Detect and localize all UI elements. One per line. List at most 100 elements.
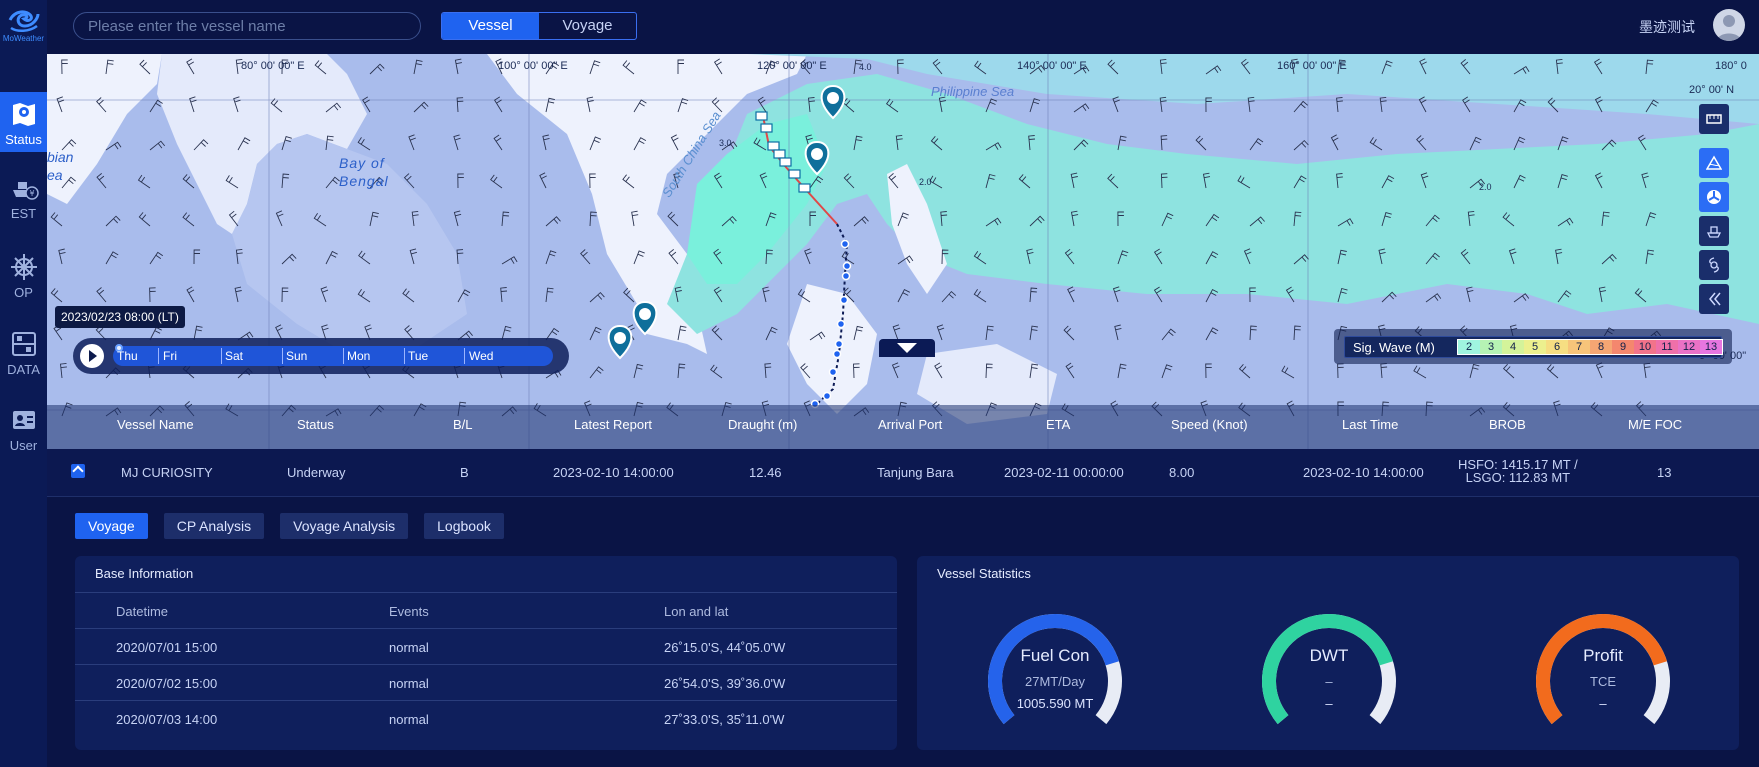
lon-label: 180° 0 xyxy=(1715,60,1747,72)
map-view[interactable]: 80° 00' 00" E 100° 00' 00" E 120° 00' 00… xyxy=(47,54,1759,449)
top-bar: Vessel Voyage 墨迹测试 xyxy=(47,0,1759,54)
last-time: 2023-02-10 14:00:00 xyxy=(1303,465,1424,480)
column-header[interactable]: Status xyxy=(297,417,334,432)
vessel-bl: B xyxy=(460,465,469,480)
timeline-track[interactable]: Thu Fri Sat Sun Mon Tue Wed xyxy=(113,344,553,366)
table-header-row: Datetime Events Lon and lat xyxy=(75,592,897,628)
ship-icon xyxy=(1706,226,1722,238)
wave-legend-step: 13 xyxy=(1700,340,1722,354)
gauge-subtitle: – xyxy=(1325,674,1333,689)
column-header[interactable]: Last Time xyxy=(1342,417,1398,432)
sidebar-item-est[interactable]: ¥ EST xyxy=(0,168,47,228)
row-expand-toggle[interactable] xyxy=(71,464,85,478)
wave-value: 2.0 xyxy=(919,177,932,187)
column-header[interactable]: Speed (Knot) xyxy=(1171,417,1248,432)
tab-cp-analysis[interactable]: CP Analysis xyxy=(163,513,265,539)
vessel-table-header: Vessel Name Status B/L Latest Report Dra… xyxy=(47,405,1759,449)
collapse-toolbar-button[interactable] xyxy=(1699,284,1729,314)
me-foc: 13 xyxy=(1657,465,1672,480)
tab-vessel[interactable]: Vessel xyxy=(442,13,539,39)
timeline-day: Wed xyxy=(469,349,494,363)
cell-lonlat: 26˚54.0'S, 39˚36.0'W xyxy=(664,676,786,691)
sidebar-item-label: User xyxy=(9,438,38,453)
column-header[interactable]: Draught (m) xyxy=(728,417,797,432)
user-name[interactable]: 墨迹测试 xyxy=(1639,17,1695,37)
vessel-statistics-panel: Vessel Statistics Fuel Con 27MT/Day 1005… xyxy=(917,556,1739,750)
panel-title: Vessel Statistics xyxy=(937,566,1031,581)
tab-voyage-analysis[interactable]: Voyage Analysis xyxy=(280,513,409,539)
typhoon-layer-toggle[interactable] xyxy=(1699,250,1729,280)
wind-fan-icon xyxy=(1707,190,1721,204)
column-header[interactable]: BROB xyxy=(1489,417,1526,432)
avatar-icon xyxy=(1717,15,1741,41)
lat-label: 20° 00' N xyxy=(1689,84,1735,96)
vessel-status: Underway xyxy=(287,465,346,480)
wave-value: 2.0 xyxy=(1479,182,1492,192)
wave-legend-step: 11 xyxy=(1656,340,1678,354)
sidebar-item-op[interactable]: OP xyxy=(0,245,47,305)
vessel-name[interactable]: MJ CURIOSITY xyxy=(121,465,213,480)
table-row: 2020/07/02 15:00 normal 26˚54.0'S, 39˚36… xyxy=(75,664,897,700)
sidebar-item-label: Status xyxy=(5,132,42,147)
gauge-title: Profit xyxy=(1583,646,1623,665)
wave-legend-step: 9 xyxy=(1612,340,1634,354)
column-header[interactable]: Vessel Name xyxy=(117,417,194,432)
gauge-fuel-con: Fuel Con 27MT/Day 1005.590 MT xyxy=(975,606,1135,746)
wave-legend-step: 6 xyxy=(1546,340,1568,354)
wave-layer-toggle[interactable] xyxy=(1699,148,1729,178)
column-header[interactable]: ETA xyxy=(1046,417,1070,432)
brob-line: LSGO: 112.83 MT xyxy=(1465,470,1571,485)
timeline[interactable]: Thu Fri Sat Sun Mon Tue Wed xyxy=(73,338,569,374)
lon-label: 160° 00' 00" E xyxy=(1277,60,1347,72)
wind-layer-toggle[interactable] xyxy=(1699,182,1729,212)
map-label-philippine: Philippine Sea xyxy=(931,84,1015,99)
base-information-panel: Base Information Datetime Events Lon and… xyxy=(75,556,897,750)
wave-legend-step: 10 xyxy=(1634,340,1656,354)
vessel-search-input[interactable] xyxy=(73,12,421,40)
ruler-tool[interactable] xyxy=(1699,104,1729,134)
column-header[interactable]: B/L xyxy=(453,417,473,432)
sidebar: MoWeather Status ¥ EST OP DATA User xyxy=(0,0,47,767)
cell-datetime: 2020/07/02 15:00 xyxy=(116,676,218,691)
detail-tabs: Voyage CP Analysis Voyage Analysis Logbo… xyxy=(75,513,504,539)
timeline-day: Thu xyxy=(117,349,138,363)
map-toolbar xyxy=(1699,104,1731,318)
ship-layer-toggle[interactable] xyxy=(1699,216,1729,246)
data-icon xyxy=(11,332,36,356)
timeline-day: Tue xyxy=(408,349,429,363)
column-header: Datetime xyxy=(116,604,169,619)
ship-dollar-icon: ¥ xyxy=(12,182,39,200)
logo: MoWeather xyxy=(0,4,47,50)
base-information-table: Datetime Events Lon and lat 2020/07/01 1… xyxy=(75,592,897,736)
map-label-bay: Bay of Bengal xyxy=(339,155,389,189)
sidebar-item-data[interactable]: DATA xyxy=(0,322,47,382)
wave-value: 4.0 xyxy=(859,62,872,72)
table-row[interactable]: MJ CURIOSITY Underway B 2023-02-10 14:00… xyxy=(47,449,1759,497)
helm-icon xyxy=(10,254,37,280)
wave-legend: Sig. Wave (M) 2 3 4 5 6 7 8 9 10 11 12 13 xyxy=(1334,329,1732,364)
lon-label: 120° 00' 00" E xyxy=(757,60,827,72)
sidebar-item-user[interactable]: User xyxy=(0,398,47,458)
cell-datetime: 2020/07/01 15:00 xyxy=(116,640,218,655)
column-header[interactable]: M/E FOC xyxy=(1628,417,1682,432)
brob: HSFO: 1415.17 MT / LSGO: 112.83 MT xyxy=(1458,458,1578,484)
tab-voyage-detail[interactable]: Voyage xyxy=(75,513,148,539)
tab-logbook[interactable]: Logbook xyxy=(424,513,504,539)
map-pin-icon xyxy=(12,103,35,126)
gauge-value: – xyxy=(1599,696,1607,711)
avatar[interactable] xyxy=(1713,9,1745,41)
map-canvas xyxy=(47,54,1759,449)
column-header: Events xyxy=(389,604,429,619)
play-button[interactable] xyxy=(80,344,104,368)
timeline-day: Sun xyxy=(286,349,308,363)
speed: 8.00 xyxy=(1169,465,1195,480)
lon-label: 140° 00' 00" E xyxy=(1017,60,1087,72)
cell-datetime: 2020/07/03 14:00 xyxy=(116,712,218,727)
panel-title: Base Information xyxy=(95,566,194,581)
tab-voyage[interactable]: Voyage xyxy=(539,13,636,39)
sidebar-item-status[interactable]: Status xyxy=(0,92,47,152)
column-header[interactable]: Latest Report xyxy=(574,417,652,432)
sidebar-item-label: EST xyxy=(10,206,37,221)
column-header[interactable]: Arrival Port xyxy=(878,417,942,432)
collapse-map-button[interactable] xyxy=(879,339,935,357)
